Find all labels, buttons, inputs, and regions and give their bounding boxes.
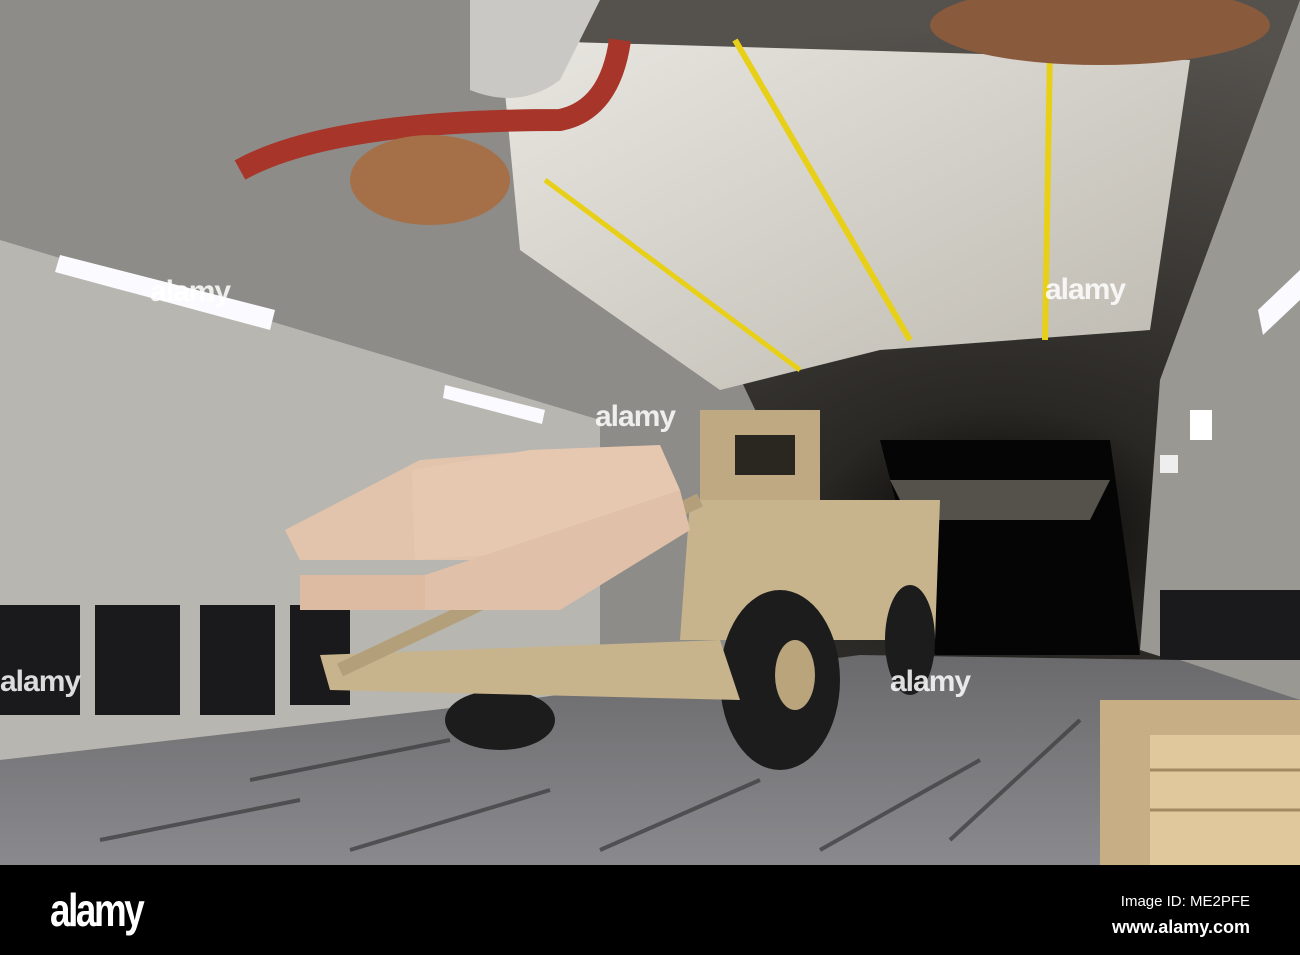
watermark: alamy: [1045, 273, 1126, 306]
watermark: alamy: [595, 400, 676, 433]
image-id: Image ID: ME2PFE: [1120, 893, 1250, 910]
alamy-logo: alamy: [50, 884, 145, 936]
watermark: alamy: [150, 275, 231, 308]
footer-bar: alamy Image ID: ME2PFE www.alamy.com: [0, 865, 1300, 955]
website-link[interactable]: www.alamy.com: [1112, 917, 1250, 938]
watermark: alamy: [0, 665, 81, 698]
wooden-crates: [1100, 700, 1300, 865]
watermark: alamy: [890, 665, 971, 698]
